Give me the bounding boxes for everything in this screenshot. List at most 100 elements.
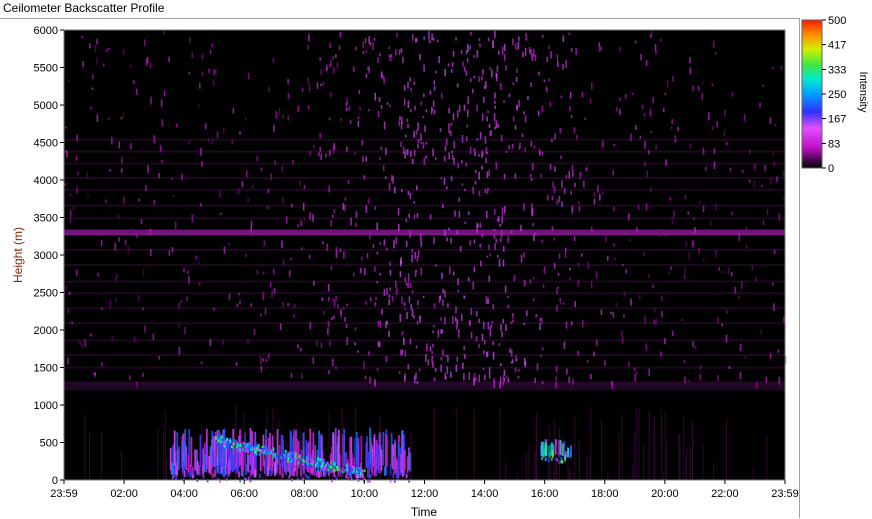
speckle bbox=[666, 79, 669, 88]
speckle bbox=[150, 96, 152, 105]
speckle bbox=[145, 58, 148, 66]
aerosol-streak bbox=[216, 430, 219, 466]
ground-streak bbox=[621, 414, 623, 480]
speckle bbox=[539, 322, 541, 330]
speckle bbox=[533, 234, 535, 241]
x-tick-label: 23:59 bbox=[771, 488, 799, 500]
speckle bbox=[451, 69, 453, 74]
speckle bbox=[501, 46, 504, 55]
speckle bbox=[582, 320, 584, 328]
speckle bbox=[339, 248, 342, 253]
ground-streak bbox=[164, 411, 166, 480]
ground-streak bbox=[348, 445, 350, 480]
speckle bbox=[188, 72, 191, 75]
speckle bbox=[497, 50, 500, 55]
aerosol-streak bbox=[196, 461, 199, 475]
speckle bbox=[188, 276, 190, 284]
speckle bbox=[725, 334, 728, 343]
speckle bbox=[652, 97, 655, 104]
speckle bbox=[428, 31, 430, 39]
speckle bbox=[423, 158, 426, 165]
speckle bbox=[414, 105, 416, 111]
speckle bbox=[287, 302, 289, 306]
x-tick-label: 18:00 bbox=[591, 488, 619, 500]
speckle bbox=[777, 349, 780, 353]
speckle bbox=[555, 376, 557, 382]
speckle bbox=[487, 298, 489, 305]
speckle bbox=[297, 224, 299, 228]
speckle bbox=[455, 325, 458, 330]
speckle bbox=[599, 193, 601, 201]
speckle bbox=[413, 81, 416, 86]
speckle bbox=[487, 110, 489, 114]
speckle bbox=[670, 126, 673, 131]
descending-streak bbox=[226, 437, 229, 441]
speckle bbox=[730, 271, 733, 277]
speckle bbox=[622, 263, 624, 267]
speckle bbox=[499, 376, 502, 383]
aerosol-streak bbox=[369, 474, 372, 479]
speckle bbox=[367, 197, 370, 204]
speckle bbox=[414, 251, 416, 259]
speckle bbox=[67, 79, 70, 83]
speckle bbox=[510, 230, 513, 234]
speckle bbox=[399, 271, 402, 277]
speckle bbox=[403, 98, 406, 106]
speckle bbox=[650, 187, 652, 193]
speckle bbox=[355, 222, 357, 228]
speckle bbox=[508, 145, 510, 150]
plot-background bbox=[64, 30, 785, 480]
speckle bbox=[540, 173, 543, 178]
speckle bbox=[245, 170, 248, 178]
speckle bbox=[749, 150, 751, 154]
speckle bbox=[553, 186, 556, 194]
speckle bbox=[432, 100, 435, 108]
speckle bbox=[499, 382, 501, 389]
speckle bbox=[395, 237, 398, 245]
ground-streak bbox=[569, 471, 571, 480]
speckle bbox=[380, 105, 383, 110]
aerosol-streak bbox=[383, 466, 386, 476]
speckle bbox=[687, 211, 690, 215]
y-tick-label: 500 bbox=[40, 438, 58, 450]
speckle bbox=[501, 331, 503, 338]
speckle bbox=[235, 362, 238, 367]
speckle bbox=[267, 353, 270, 359]
speckle bbox=[701, 92, 704, 100]
descending-streak bbox=[251, 447, 254, 451]
speckle bbox=[587, 261, 590, 269]
speckle bbox=[420, 267, 423, 276]
speckle bbox=[487, 37, 490, 42]
colorbar-tick-label: 167 bbox=[828, 114, 846, 126]
speckle bbox=[448, 152, 451, 160]
speckle bbox=[440, 364, 442, 373]
speckle bbox=[469, 78, 472, 82]
speckle bbox=[129, 375, 131, 380]
speckle bbox=[297, 344, 299, 349]
speckle bbox=[467, 44, 469, 53]
ground-streak bbox=[713, 462, 715, 480]
speckle bbox=[762, 84, 765, 87]
aerosol-streak bbox=[561, 460, 564, 464]
residual-band-line bbox=[64, 264, 785, 267]
speckle bbox=[530, 177, 533, 181]
speckle bbox=[429, 214, 432, 220]
speckle bbox=[329, 149, 331, 156]
speckle bbox=[153, 200, 156, 205]
ground-streak bbox=[525, 453, 527, 480]
speckle bbox=[376, 280, 379, 284]
speckle bbox=[271, 290, 273, 298]
speckle bbox=[458, 104, 461, 113]
speckle bbox=[623, 291, 626, 296]
residual-band-line bbox=[64, 354, 785, 357]
speckle bbox=[383, 121, 386, 130]
aerosol-streak bbox=[370, 453, 373, 472]
speckle bbox=[595, 339, 598, 346]
speckle bbox=[481, 233, 484, 238]
speckle bbox=[454, 210, 456, 217]
speckle bbox=[427, 359, 430, 366]
ground-streak bbox=[304, 426, 306, 480]
aerosol-streak bbox=[251, 457, 254, 474]
speckle bbox=[381, 308, 383, 315]
speckle bbox=[333, 299, 336, 308]
